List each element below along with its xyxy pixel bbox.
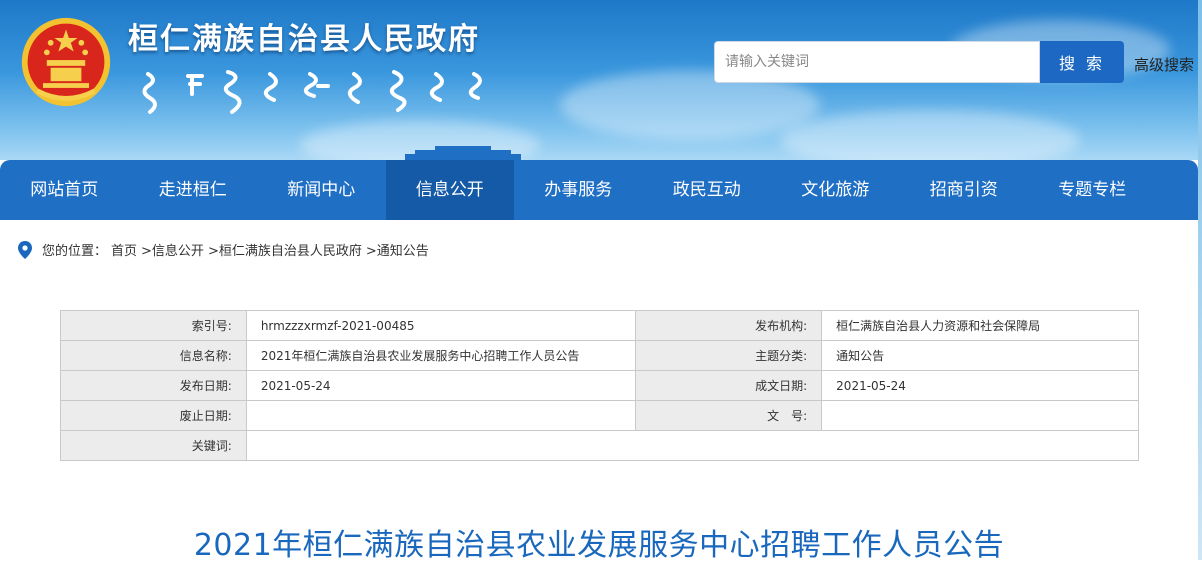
written-date-value: 2021-05-24 [821, 370, 1139, 401]
table-row: 废止日期: 文 号: [60, 400, 1139, 431]
doc-number-label: 文 号: [635, 400, 823, 431]
breadcrumb: 您的位置： 首页 >信息公开 >桓仁满族自治县人民政府 >通知公告 [18, 240, 433, 259]
breadcrumb-info-disclosure[interactable]: >信息公开 [141, 240, 204, 259]
table-row: 关键词: [60, 430, 1140, 461]
mongolian-script-logo [142, 70, 482, 114]
nav-info-disclosure[interactable]: 信息公开 [385, 160, 514, 220]
publish-date-label: 发布日期: [60, 370, 247, 401]
search-box [714, 41, 1040, 83]
breadcrumb-government[interactable]: >桓仁满族自治县人民政府 [208, 240, 362, 259]
nav-investment[interactable]: 招商引资 [900, 160, 1029, 220]
advanced-search-link[interactable]: 高级搜索 [1134, 54, 1194, 75]
background-edge [1198, 0, 1202, 560]
breadcrumb-notices[interactable]: >通知公告 [366, 240, 429, 259]
site-title: 桓仁满族自治县人民政府 [128, 22, 480, 57]
topic-category-value: 通知公告 [821, 340, 1139, 371]
expiry-date-value [245, 400, 637, 431]
national-emblem-icon [21, 17, 111, 107]
doc-number-value [821, 400, 1139, 431]
publisher-value: 桓仁满族自治县人力资源和社会保障局 [821, 310, 1139, 341]
keywords-label: 关键词: [60, 430, 247, 461]
table-row: 索引号: hrmzzzxrmzf-2021-00485 发布机构: 桓仁满族自治… [60, 310, 1139, 341]
index-number-label: 索引号: [60, 310, 247, 341]
info-name-value: 2021年桓仁满族自治县农业发展服务中心招聘工作人员公告 [245, 340, 637, 371]
table-row: 发布日期: 2021-05-24 成文日期: 2021-05-24 [60, 370, 1139, 401]
nav-about[interactable]: 走进桓仁 [129, 160, 258, 220]
main-nav: 网站首页 走进桓仁 新闻中心 信息公开 办事服务 政民互动 文化旅游 招商引资 … [0, 160, 1198, 220]
info-name-label: 信息名称: [60, 340, 247, 371]
site-header: 桓仁满族自治县人民政府 搜 索 高级搜索 [0, 0, 1202, 160]
written-date-label: 成文日期: [635, 370, 823, 401]
index-number-value: hrmzzzxrmzf-2021-00485 [245, 310, 637, 341]
article-title: 2021年桓仁满族自治县农业发展服务中心招聘工作人员公告 [193, 528, 1005, 563]
expiry-date-label: 废止日期: [60, 400, 247, 431]
publisher-label: 发布机构: [635, 310, 823, 341]
nav-interaction[interactable]: 政民互动 [643, 160, 772, 220]
search-button[interactable]: 搜 索 [1040, 41, 1124, 83]
breadcrumb-home[interactable]: 首页 [111, 240, 137, 259]
table-row: 信息名称: 2021年桓仁满族自治县农业发展服务中心招聘工作人员公告 主题分类:… [60, 340, 1139, 371]
breadcrumb-prefix: 您的位置： [42, 244, 108, 259]
location-pin-icon [18, 240, 32, 259]
nav-special-topics[interactable]: 专题专栏 [1028, 160, 1157, 220]
keywords-value [245, 430, 1140, 461]
nav-services[interactable]: 办事服务 [514, 160, 643, 220]
search-input[interactable] [715, 42, 1035, 82]
nav-news[interactable]: 新闻中心 [257, 160, 386, 220]
nav-home[interactable]: 网站首页 [0, 160, 129, 220]
publish-date-value: 2021-05-24 [245, 370, 637, 401]
topic-category-label: 主题分类: [635, 340, 823, 371]
nav-culture-tourism[interactable]: 文化旅游 [771, 160, 900, 220]
document-meta-table: 索引号: hrmzzzxrmzf-2021-00485 发布机构: 桓仁满族自治… [60, 310, 1140, 461]
